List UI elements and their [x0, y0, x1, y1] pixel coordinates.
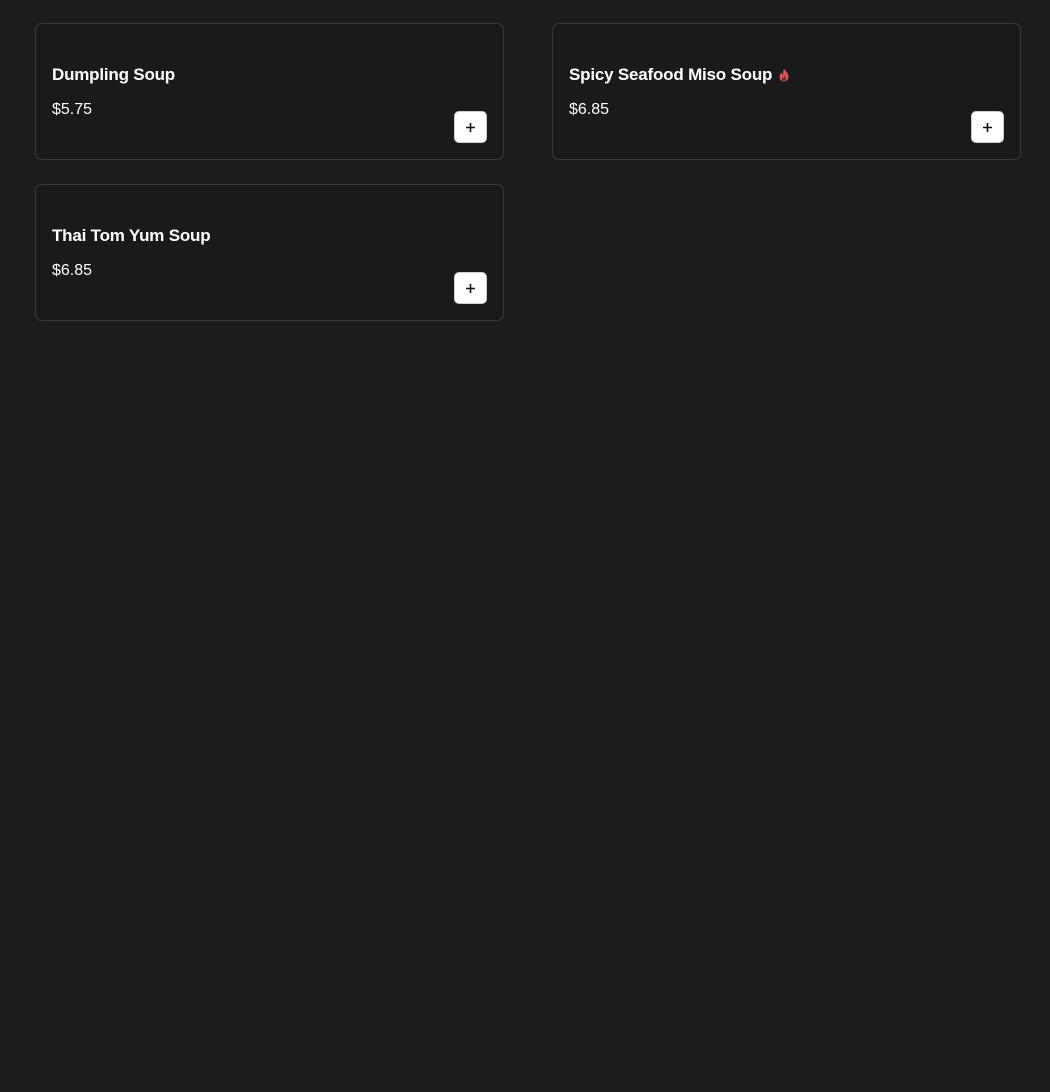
item-price: $6.85 — [569, 101, 610, 118]
item-name-row: Spicy Seafood Miso Soup — [569, 65, 790, 85]
menu-item-card[interactable]: Dumpling Soup $5.75 — [35, 23, 504, 160]
plus-icon — [466, 122, 475, 132]
item-price: $5.75 — [52, 101, 93, 118]
menu-page: Dumpling Soup $5.75 Spicy Seafood Miso S… — [0, 0, 1050, 1092]
plus-icon — [466, 283, 475, 293]
menu-item-card[interactable]: Spicy Seafood Miso Soup $6.85 — [552, 23, 1021, 160]
menu-item-card[interactable]: Thai Tom Yum Soup $6.85 — [35, 184, 504, 321]
add-to-cart-button[interactable] — [454, 272, 487, 304]
item-name: Spicy Seafood Miso Soup — [569, 65, 773, 84]
plus-icon — [983, 122, 992, 132]
item-name: Dumpling Soup — [52, 65, 175, 84]
item-name-row: Thai Tom Yum Soup — [52, 226, 211, 246]
flame-icon — [779, 68, 789, 82]
add-to-cart-button[interactable] — [971, 111, 1004, 143]
add-to-cart-button[interactable] — [454, 111, 487, 143]
menu-item-grid: Dumpling Soup $5.75 Spicy Seafood Miso S… — [35, 23, 1021, 321]
item-name-row: Dumpling Soup — [52, 65, 175, 85]
item-name: Thai Tom Yum Soup — [52, 226, 211, 245]
item-price: $6.85 — [52, 262, 93, 279]
